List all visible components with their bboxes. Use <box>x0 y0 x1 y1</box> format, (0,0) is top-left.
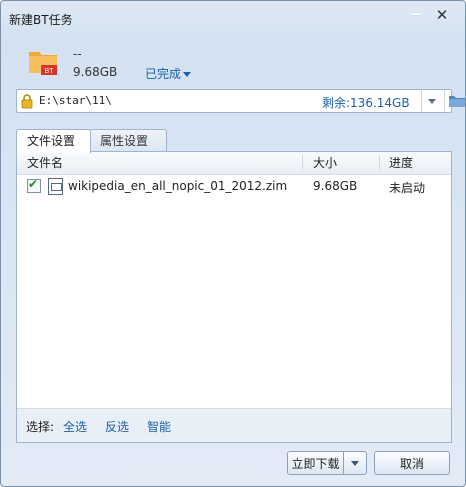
smart-selection-link[interactable]: 智能 <box>147 418 171 435</box>
dialog-title: 新建BT任务 <box>9 13 73 27</box>
file-icon <box>48 178 63 195</box>
file-checkbox[interactable]: ✔ <box>27 177 41 193</box>
browse-folder-button[interactable] <box>444 90 465 112</box>
path-history-dropdown[interactable] <box>421 90 442 112</box>
chevron-down-icon <box>351 461 359 466</box>
table-row[interactable]: ✔ wikipedia_en_all_nopic_01_2012.zim 9.6… <box>17 176 451 196</box>
status-dropdown[interactable]: 已完成 <box>145 65 192 82</box>
selection-label: 选择: <box>26 420 55 434</box>
table-header: 文件名 大小 进度 <box>17 152 451 175</box>
column-header-progress[interactable]: 进度 <box>389 152 413 174</box>
checkmark-icon: ✔ <box>28 177 39 191</box>
download-options-dropdown[interactable] <box>343 451 367 475</box>
tab-property-settings[interactable]: 属性设置 <box>89 129 167 152</box>
column-divider[interactable] <box>302 155 303 171</box>
title-bar: 新建BT任务 ✕ <box>1 1 465 37</box>
file-size: 9.68GB <box>313 179 358 193</box>
file-progress: 未启动 <box>389 181 426 195</box>
status-label: 已完成 <box>145 67 182 81</box>
selection-bar: 选择: 全选 反选 智能 <box>17 408 451 442</box>
download-now-button[interactable]: 立即下载 <box>287 451 344 475</box>
chevron-down-icon <box>183 72 192 77</box>
bt-badge-label: BT <box>45 68 55 75</box>
save-path-input[interactable] <box>39 92 319 108</box>
folder-icon <box>449 96 465 107</box>
minimize-icon <box>411 13 421 15</box>
select-all-link[interactable]: 全选 <box>63 418 87 435</box>
lock-icon <box>21 94 33 109</box>
minimize-button[interactable] <box>410 11 422 17</box>
column-header-name[interactable]: 文件名 <box>27 152 63 174</box>
chevron-down-icon <box>428 99 436 104</box>
cancel-button[interactable]: 取消 <box>374 451 450 475</box>
file-name: wikipedia_en_all_nopic_01_2012.zim <box>68 179 288 193</box>
task-summary: BT -- 9.68GB 已完成 <box>1 37 465 93</box>
new-bt-task-dialog: 新建BT任务 ✕ BT -- 9.68GB 已完成 剩余:136.14GB <box>0 0 466 487</box>
save-path-bar: 剩余:136.14GB <box>16 89 465 113</box>
column-header-size[interactable]: 大小 <box>313 152 337 174</box>
close-button[interactable]: ✕ <box>433 6 451 24</box>
invert-selection-link[interactable]: 反选 <box>105 418 129 435</box>
bt-folder-icon: BT <box>29 52 57 75</box>
file-list-panel: 文件名 大小 进度 ✔ wikipedia_en_all_nopic_01_20… <box>16 151 452 443</box>
tab-file-settings[interactable]: 文件设置 <box>16 129 91 153</box>
task-name: -- <box>73 47 82 61</box>
free-space-label: 剩余:136.14GB <box>322 96 410 110</box>
task-size: 9.68GB <box>73 65 118 79</box>
column-divider[interactable] <box>379 155 380 171</box>
